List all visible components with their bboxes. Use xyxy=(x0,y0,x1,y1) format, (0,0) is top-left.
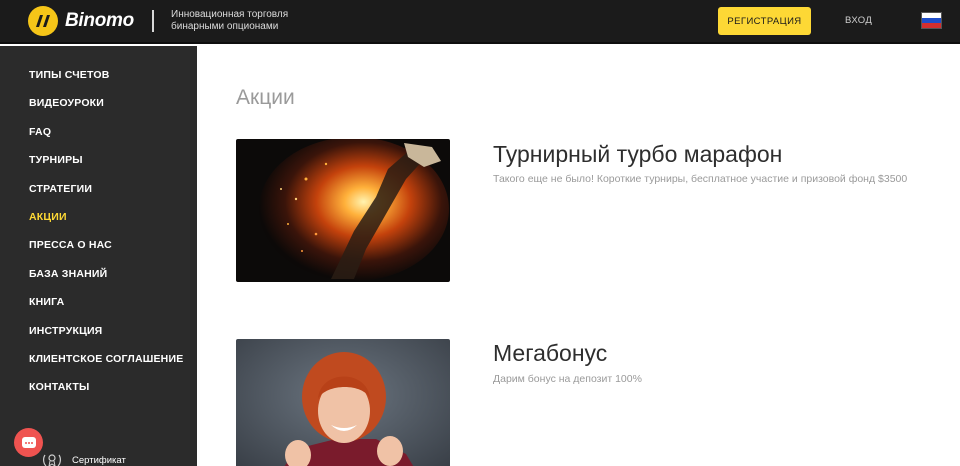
sidebar-item-client-agreement[interactable]: КЛИЕНТСКОЕ СОГЛАШЕНИЕ xyxy=(29,353,183,381)
sidebar-item-instruction[interactable]: ИНСТРУКЦИЯ xyxy=(29,325,183,353)
promo-description: Дарим бонус на депозит 100% xyxy=(493,373,642,385)
sidebar: ТИПЫ СЧЕТОВ ВИДЕОУРОКИ FAQ ТУРНИРЫ СТРАТ… xyxy=(0,46,197,466)
binomo-logo-icon xyxy=(28,6,58,36)
sidebar-item-promotions[interactable]: АКЦИИ xyxy=(29,211,183,239)
sidebar-nav: ТИПЫ СЧЕТОВ ВИДЕОУРОКИ FAQ ТУРНИРЫ СТРАТ… xyxy=(29,69,183,410)
chat-icon xyxy=(21,437,36,448)
sidebar-item-tournaments[interactable]: ТУРНИРЫ xyxy=(29,154,183,182)
certificate-label: Сертификат xyxy=(72,454,126,466)
logo-text: Binomo xyxy=(65,10,134,31)
promo-image-turbo-marathon[interactable] xyxy=(236,139,450,282)
chat-button[interactable] xyxy=(14,428,43,457)
certificate-link[interactable]: Сертификат xyxy=(41,452,126,466)
laurel-icon xyxy=(43,454,61,466)
page-title: Акции xyxy=(236,86,295,109)
sidebar-item-contacts[interactable]: КОНТАКТЫ xyxy=(29,381,183,409)
sidebar-item-faq[interactable]: FAQ xyxy=(29,126,183,154)
flag-ru-icon[interactable] xyxy=(921,12,942,29)
sidebar-item-video-lessons[interactable]: ВИДЕОУРОКИ xyxy=(29,97,183,125)
main-content: Акции Турнирный турбо марафон Такого еще… xyxy=(197,46,960,466)
header-divider xyxy=(152,10,154,32)
promo-title[interactable]: Турнирный турбо марафон xyxy=(493,141,782,168)
login-link[interactable]: ВХОД xyxy=(845,15,872,26)
register-button[interactable]: РЕГИСТРАЦИЯ xyxy=(718,7,811,35)
sidebar-item-account-types[interactable]: ТИПЫ СЧЕТОВ xyxy=(29,69,183,97)
sidebar-item-knowledge-base[interactable]: БАЗА ЗНАНИЙ xyxy=(29,268,183,296)
promo-image-megabonus[interactable] xyxy=(236,339,450,466)
promo-title[interactable]: Мегабонус xyxy=(493,340,607,367)
top-header: Binomo Инновационная торговля бинарными … xyxy=(0,0,960,44)
sidebar-item-press[interactable]: ПРЕССА О НАС xyxy=(29,239,183,267)
sidebar-item-strategies[interactable]: СТРАТЕГИИ xyxy=(29,183,183,211)
promo-description: Такого еще не было! Короткие турниры, бе… xyxy=(493,173,908,185)
binomo-logo[interactable]: Binomo xyxy=(28,6,134,36)
header-tagline: Инновационная торговля бинарными опциона… xyxy=(171,9,289,32)
sidebar-item-book[interactable]: КНИГА xyxy=(29,296,183,324)
